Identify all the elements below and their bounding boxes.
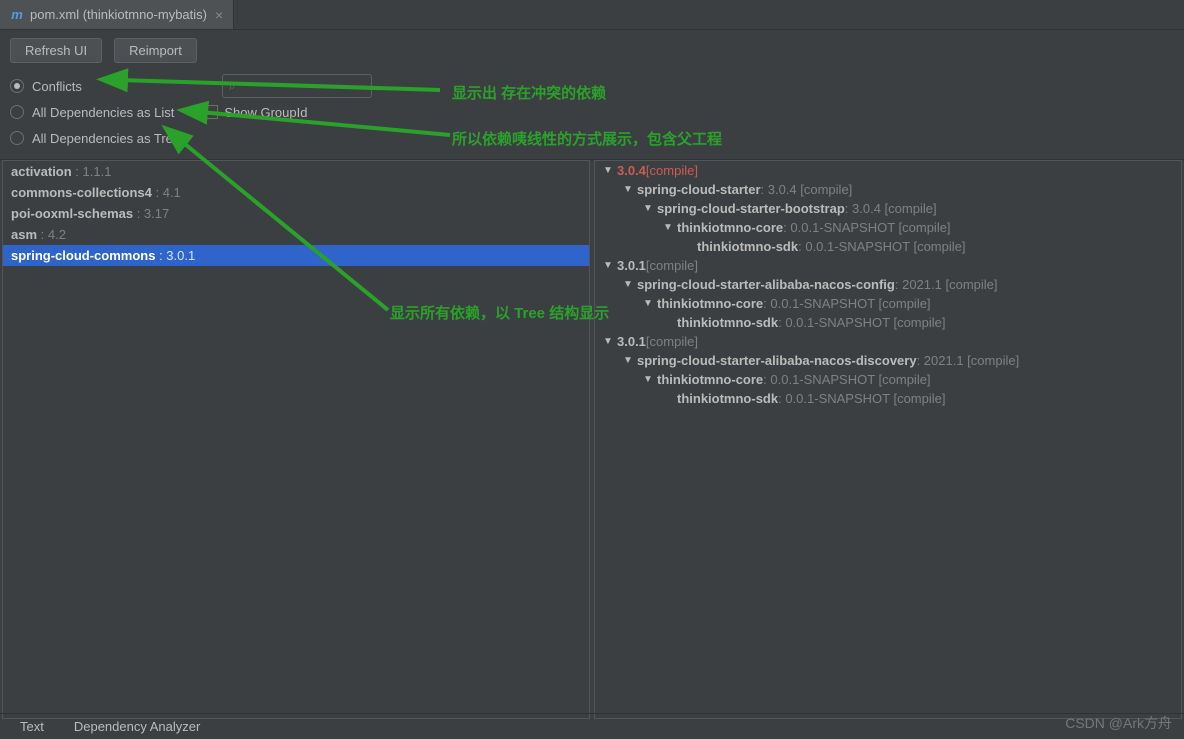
chevron-down-icon[interactable]: ▼ xyxy=(643,203,657,214)
maven-icon: m xyxy=(10,8,24,22)
search-icon: ⌕ xyxy=(229,79,236,94)
tree-row[interactable]: ▼thinkiotmno-core : 0.0.1-SNAPSHOT [comp… xyxy=(595,294,1181,313)
status-bar: Text Dependency Analyzer xyxy=(0,713,1184,739)
chevron-down-icon[interactable]: ▼ xyxy=(623,184,637,195)
content-area: activation : 1.1.1commons-collections4 :… xyxy=(0,159,1184,721)
radio-tree[interactable] xyxy=(10,131,24,145)
dependency-tree-panel[interactable]: ▼3.0.4 [compile]▼spring-cloud-starter : … xyxy=(594,160,1182,719)
filter-panel: Conflicts ⌕ All Dependencies as List Sho… xyxy=(0,71,1184,159)
chevron-down-icon[interactable]: ▼ xyxy=(603,260,617,271)
radio-conflicts[interactable] xyxy=(10,79,24,93)
radio-list[interactable] xyxy=(10,105,24,119)
watermark: CSDN @Ark方舟 xyxy=(1065,713,1172,733)
tree-row[interactable]: ▼spring-cloud-starter : 3.0.4 [compile] xyxy=(595,180,1181,199)
tree-row[interactable]: ▼3.0.1 [compile] xyxy=(595,332,1181,351)
file-tab[interactable]: m pom.xml (thinkiotmno-mybatis) × xyxy=(0,0,234,29)
chevron-down-icon[interactable]: ▼ xyxy=(643,374,657,385)
tree-row[interactable]: thinkiotmno-sdk : 0.0.1-SNAPSHOT [compil… xyxy=(595,313,1181,332)
tree-row[interactable]: ▼thinkiotmno-core : 0.0.1-SNAPSHOT [comp… xyxy=(595,370,1181,389)
chevron-down-icon[interactable]: ▼ xyxy=(603,336,617,347)
tree-row[interactable]: ▼spring-cloud-starter-alibaba-nacos-disc… xyxy=(595,351,1181,370)
tree-row[interactable]: ▼3.0.1 [compile] xyxy=(595,256,1181,275)
tree-row[interactable]: ▼3.0.4 [compile] xyxy=(595,161,1181,180)
chevron-down-icon[interactable]: ▼ xyxy=(663,222,677,233)
dependency-list-panel[interactable]: activation : 1.1.1commons-collections4 :… xyxy=(2,160,590,719)
label-groupid: Show GroupId xyxy=(224,105,307,120)
close-icon[interactable]: × xyxy=(215,7,223,23)
label-tree: All Dependencies as Tree xyxy=(32,131,180,146)
list-item[interactable]: commons-collections4 : 4.1 xyxy=(3,182,589,203)
label-list: All Dependencies as List xyxy=(32,105,174,120)
chevron-down-icon[interactable]: ▼ xyxy=(623,355,637,366)
tab-title: pom.xml (thinkiotmno-mybatis) xyxy=(30,7,207,22)
tree-row[interactable]: ▼spring-cloud-starter-alibaba-nacos-conf… xyxy=(595,275,1181,294)
label-conflicts: Conflicts xyxy=(32,79,82,94)
tree-row[interactable]: thinkiotmno-sdk : 0.0.1-SNAPSHOT [compil… xyxy=(595,237,1181,256)
tree-row[interactable]: thinkiotmno-sdk : 0.0.1-SNAPSHOT [compil… xyxy=(595,389,1181,408)
list-item[interactable]: activation : 1.1.1 xyxy=(3,161,589,182)
search-input[interactable]: ⌕ xyxy=(222,74,372,98)
refresh-button[interactable]: Refresh UI xyxy=(10,38,102,63)
tab-analyzer[interactable]: Dependency Analyzer xyxy=(74,719,200,734)
list-item[interactable]: asm : 4.2 xyxy=(3,224,589,245)
list-item[interactable]: spring-cloud-commons : 3.0.1 xyxy=(3,245,589,266)
chevron-down-icon[interactable]: ▼ xyxy=(603,165,617,176)
tab-text[interactable]: Text xyxy=(20,719,44,734)
tree-row[interactable]: ▼spring-cloud-starter-bootstrap : 3.0.4 … xyxy=(595,199,1181,218)
list-item[interactable]: poi-ooxml-schemas : 3.17 xyxy=(3,203,589,224)
toolbar: Refresh UI Reimport xyxy=(0,30,1184,71)
chevron-down-icon[interactable]: ▼ xyxy=(623,279,637,290)
reimport-button[interactable]: Reimport xyxy=(114,38,197,63)
checkbox-groupid[interactable] xyxy=(204,105,218,119)
tab-bar: m pom.xml (thinkiotmno-mybatis) × xyxy=(0,0,1184,30)
chevron-down-icon[interactable]: ▼ xyxy=(643,298,657,309)
tree-row[interactable]: ▼thinkiotmno-core : 0.0.1-SNAPSHOT [comp… xyxy=(595,218,1181,237)
